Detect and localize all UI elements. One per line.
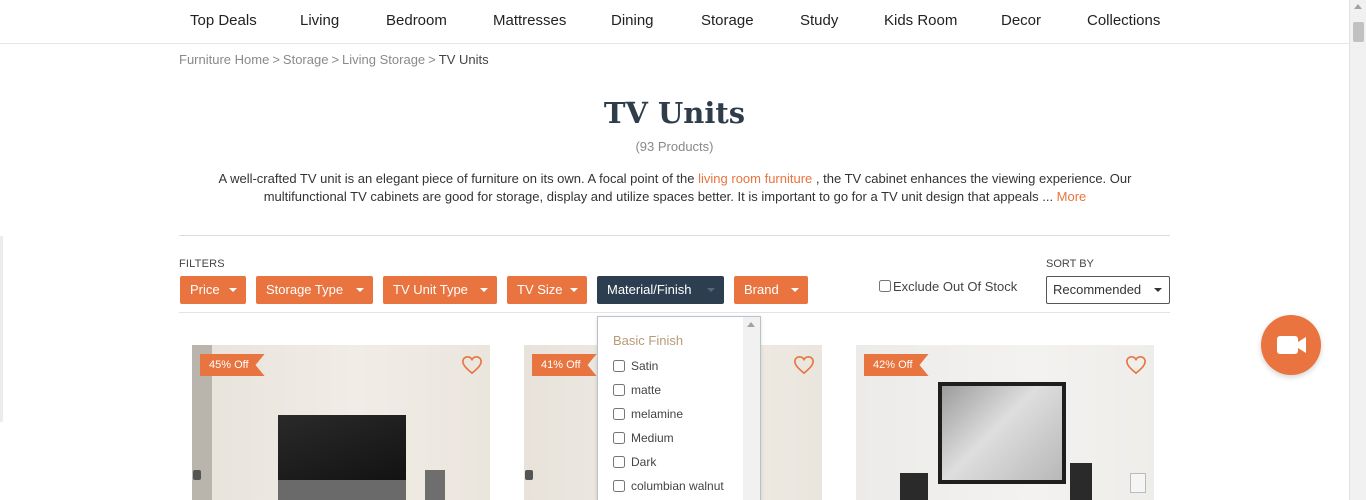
caret-down-icon (1154, 288, 1162, 292)
finish-checkbox[interactable] (613, 432, 625, 444)
scroll-up-arrow-icon[interactable] (747, 322, 755, 327)
breadcrumb-separator: > (331, 52, 340, 67)
finish-option-matte[interactable]: matte (613, 383, 661, 397)
nav-item-collections[interactable]: Collections (1087, 12, 1160, 29)
filters-label: FILTERS (179, 258, 225, 270)
product-image-speaker (425, 470, 445, 500)
finish-checkbox[interactable] (613, 408, 625, 420)
caret-down-icon (570, 288, 578, 292)
page-scrollbar[interactable] (1349, 0, 1366, 500)
breadcrumb: Furniture Home > Storage > Living Storage > TV… (179, 52, 489, 67)
finish-checkbox[interactable] (613, 480, 625, 492)
product-count: (93 Products) (635, 139, 714, 154)
caret-down-icon (791, 288, 799, 292)
description-text: A well-crafted TV unit is an elegant pie… (218, 171, 699, 186)
breadcrumb-furniture-home[interactable]: Furniture Home (179, 52, 269, 67)
nav-item-top-deals[interactable]: Top Deals (190, 12, 257, 29)
nav-item-bedroom[interactable]: Bedroom (386, 12, 447, 29)
finish-option-satin[interactable]: Satin (613, 359, 658, 373)
sort-by-label: SORT BY (1046, 258, 1094, 270)
exclude-out-of-stock[interactable]: Exclude Out Of Stock (879, 279, 1017, 294)
side-panel-edge (0, 236, 3, 422)
filter-label: Brand (744, 282, 779, 297)
product-image-switch (1130, 473, 1146, 493)
product-card[interactable]: 42% Off (856, 345, 1154, 500)
filter-brand-button[interactable]: Brand (734, 276, 808, 304)
finish-checkbox[interactable] (613, 456, 625, 468)
finish-option-label: matte (631, 383, 662, 397)
living-room-furniture-link[interactable]: living room furniture (698, 171, 812, 186)
filter-label: Price (190, 282, 220, 297)
finish-option-label: Satin (631, 359, 659, 373)
exclude-out-of-stock-label: Exclude Out Of Stock (893, 279, 1018, 294)
finish-option-medium[interactable]: Medium (613, 431, 674, 445)
breadcrumb-storage[interactable]: Storage (283, 52, 329, 67)
discount-badge: 45% Off (200, 354, 265, 376)
nav-item-dining[interactable]: Dining (611, 12, 654, 29)
product-image-tv (938, 382, 1066, 484)
sort-by-select[interactable]: Recommended (1046, 276, 1170, 304)
filter-label: TV Unit Type (393, 282, 468, 297)
filter-price-button[interactable]: Price (180, 276, 246, 304)
video-camera-icon (1277, 336, 1306, 354)
breadcrumb-separator: > (428, 52, 436, 67)
nav-item-decor[interactable]: Decor (1001, 12, 1041, 29)
finish-option-melamine[interactable]: melamine (613, 407, 683, 421)
top-navigation: Top Deals Living Bedroom Mattresses Dini… (0, 0, 1349, 44)
divider (179, 235, 1170, 236)
scroll-up-arrow-icon[interactable] (1354, 4, 1362, 9)
nav-item-mattresses[interactable]: Mattresses (493, 12, 566, 29)
product-image-speaker (900, 473, 928, 500)
heart-icon[interactable] (793, 355, 815, 375)
product-image-speaker (1070, 463, 1092, 500)
filter-storage-type-button[interactable]: Storage Type (256, 276, 373, 304)
divider (179, 312, 1170, 313)
filter-label: Storage Type (266, 282, 344, 297)
sort-by-value: Recommended (1053, 282, 1142, 297)
finish-option-columbian-walnut[interactable]: columbian walnut (613, 479, 724, 493)
finish-option-dark[interactable]: Dark (613, 455, 656, 469)
material-finish-dropdown[interactable]: Basic Finish Satin matte melamine Medium… (597, 316, 761, 500)
dropdown-group-title: Basic Finish (613, 333, 684, 348)
finish-option-label: columbian walnut (631, 479, 724, 493)
caret-down-icon (707, 288, 715, 292)
finish-option-label: Dark (631, 455, 657, 469)
discount-badge: 41% Off (532, 354, 597, 376)
nav-item-kids-room[interactable]: Kids Room (884, 12, 957, 29)
caret-down-icon (229, 288, 237, 292)
breadcrumb-separator: > (272, 52, 280, 67)
scrollbar-thumb[interactable] (1353, 22, 1364, 42)
finish-checkbox[interactable] (613, 384, 625, 396)
finish-checkbox[interactable] (613, 360, 625, 372)
video-call-button[interactable] (1261, 315, 1321, 375)
heart-icon[interactable] (461, 355, 483, 375)
filter-label: Material/Finish (607, 282, 692, 297)
finish-option-label: Medium (631, 431, 674, 445)
discount-badge: 42% Off (864, 354, 929, 376)
product-image-stand (278, 480, 406, 500)
filter-tv-unit-type-button[interactable]: TV Unit Type (383, 276, 497, 304)
product-image-outlet (525, 470, 533, 480)
filter-material-finish-button[interactable]: Material/Finish (597, 276, 724, 304)
product-image-outlet (193, 470, 201, 480)
caret-down-icon (356, 288, 364, 292)
filter-tv-size-button[interactable]: TV Size (507, 276, 587, 304)
nav-item-living[interactable]: Living (300, 12, 339, 29)
exclude-out-of-stock-checkbox[interactable] (879, 280, 891, 292)
heart-icon[interactable] (1125, 355, 1147, 375)
breadcrumb-current: TV Units (438, 52, 489, 67)
filter-label: TV Size (517, 282, 563, 297)
finish-option-label: melamine (631, 407, 684, 421)
page-title: TV Units (603, 96, 746, 130)
breadcrumb-living-storage[interactable]: Living Storage (342, 52, 425, 67)
nav-item-study[interactable]: Study (800, 12, 838, 29)
category-description: A well-crafted TV unit is an elegant pie… (190, 170, 1160, 206)
dropdown-scrollbar[interactable] (743, 317, 760, 500)
product-card[interactable]: 45% Off (192, 345, 490, 500)
nav-item-storage[interactable]: Storage (701, 12, 754, 29)
caret-down-icon (480, 288, 488, 292)
read-more-link[interactable]: More (1057, 189, 1087, 204)
